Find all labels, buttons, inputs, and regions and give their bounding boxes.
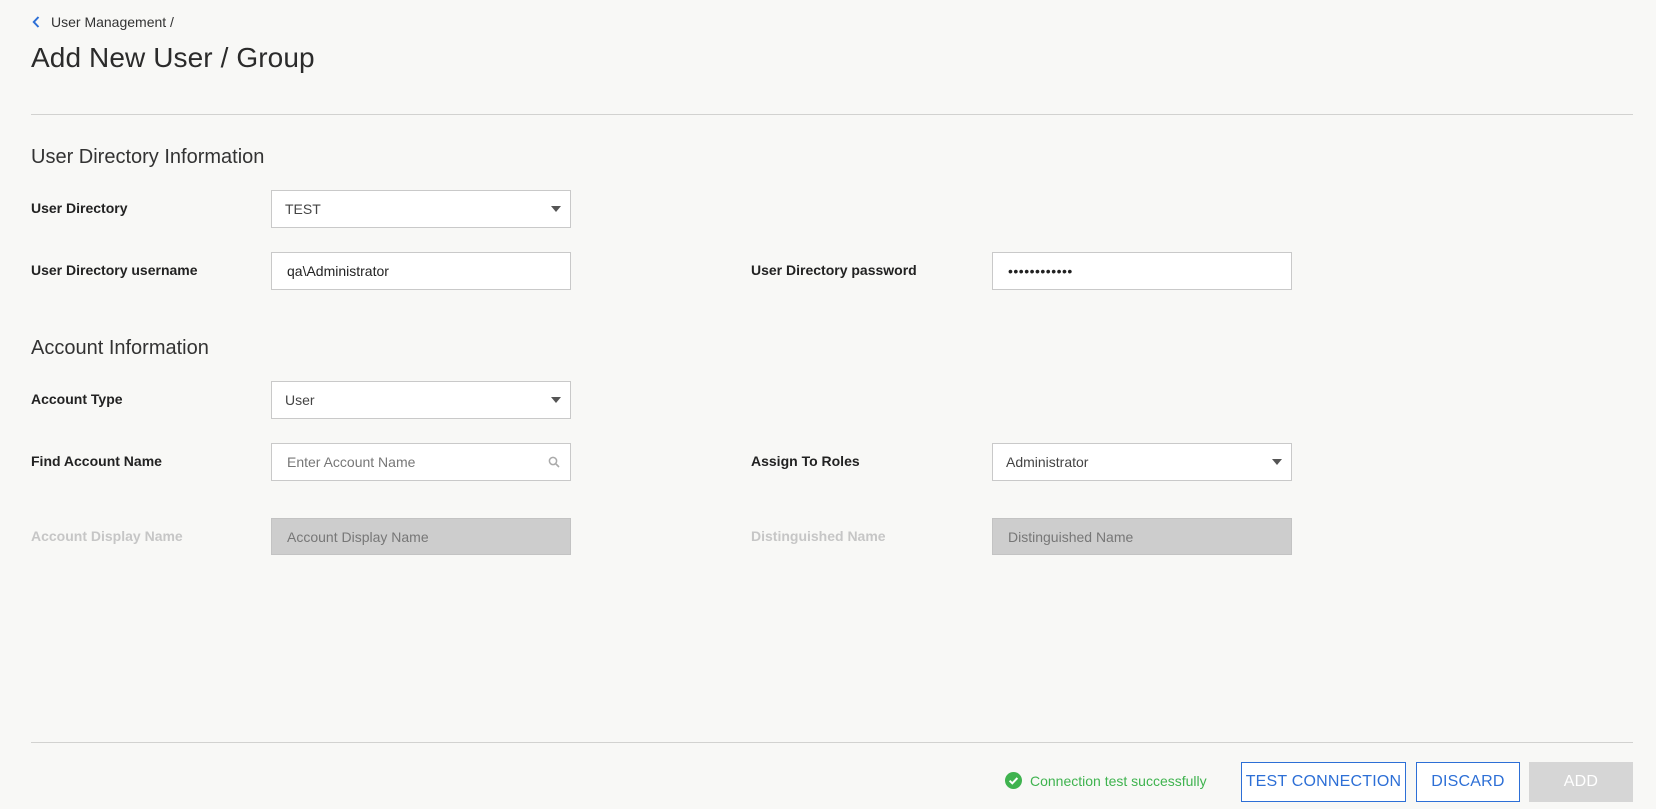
user-directory-label: User Directory — [31, 200, 128, 216]
display-name-input: Account Display Name — [271, 518, 571, 555]
assign-roles-label: Assign To Roles — [751, 453, 860, 469]
discard-button[interactable]: DISCARD — [1416, 762, 1520, 802]
caret-down-icon — [551, 206, 561, 212]
distinguished-name-placeholder: Distinguished Name — [1008, 528, 1134, 545]
distinguished-name-input: Distinguished Name — [992, 518, 1292, 555]
display-name-placeholder: Account Display Name — [287, 528, 429, 545]
account-type-select[interactable]: User — [271, 381, 571, 419]
connection-status: Connection test successfully — [1005, 772, 1207, 789]
distinguished-name-label: Distinguished Name — [751, 528, 886, 544]
username-value: qa\Administrator — [287, 263, 389, 279]
find-account-placeholder: Enter Account Name — [287, 454, 416, 470]
caret-down-icon — [551, 397, 561, 403]
account-type-value: User — [285, 392, 315, 408]
page-title: Add New User / Group — [31, 42, 315, 73]
find-account-input[interactable]: Enter Account Name — [271, 443, 571, 481]
username-input[interactable]: qa\Administrator — [271, 252, 571, 290]
account-type-label: Account Type — [31, 391, 123, 407]
footer-divider — [31, 742, 1633, 743]
username-label: User Directory username — [31, 262, 198, 278]
add-user-page: User Management / Add New User / Group U… — [0, 0, 1656, 809]
user-directory-value: TEST — [285, 201, 321, 217]
password-value: •••••••••••• — [1008, 263, 1073, 279]
caret-down-icon — [1272, 459, 1282, 465]
connection-status-text: Connection test successfully — [1030, 772, 1207, 789]
display-name-label: Account Display Name — [31, 528, 183, 544]
section-title-account: Account Information — [31, 337, 209, 359]
breadcrumb: User Management / — [32, 14, 174, 30]
add-button[interactable]: ADD — [1529, 762, 1633, 802]
assign-roles-value: Administrator — [1006, 454, 1089, 470]
search-icon[interactable] — [548, 456, 560, 468]
password-label: User Directory password — [751, 262, 917, 278]
chevron-left-icon[interactable] — [32, 15, 42, 29]
password-input[interactable]: •••••••••••• — [992, 252, 1292, 290]
header-divider — [31, 114, 1633, 115]
find-account-label: Find Account Name — [31, 453, 162, 469]
user-directory-select[interactable]: TEST — [271, 190, 571, 228]
assign-roles-select[interactable]: Administrator — [992, 443, 1292, 481]
section-title-user-directory: User Directory Information — [31, 146, 265, 168]
test-connection-button[interactable]: TEST CONNECTION — [1241, 762, 1406, 802]
check-circle-icon — [1005, 772, 1022, 789]
breadcrumb-link-user-management[interactable]: User Management / — [51, 14, 174, 30]
